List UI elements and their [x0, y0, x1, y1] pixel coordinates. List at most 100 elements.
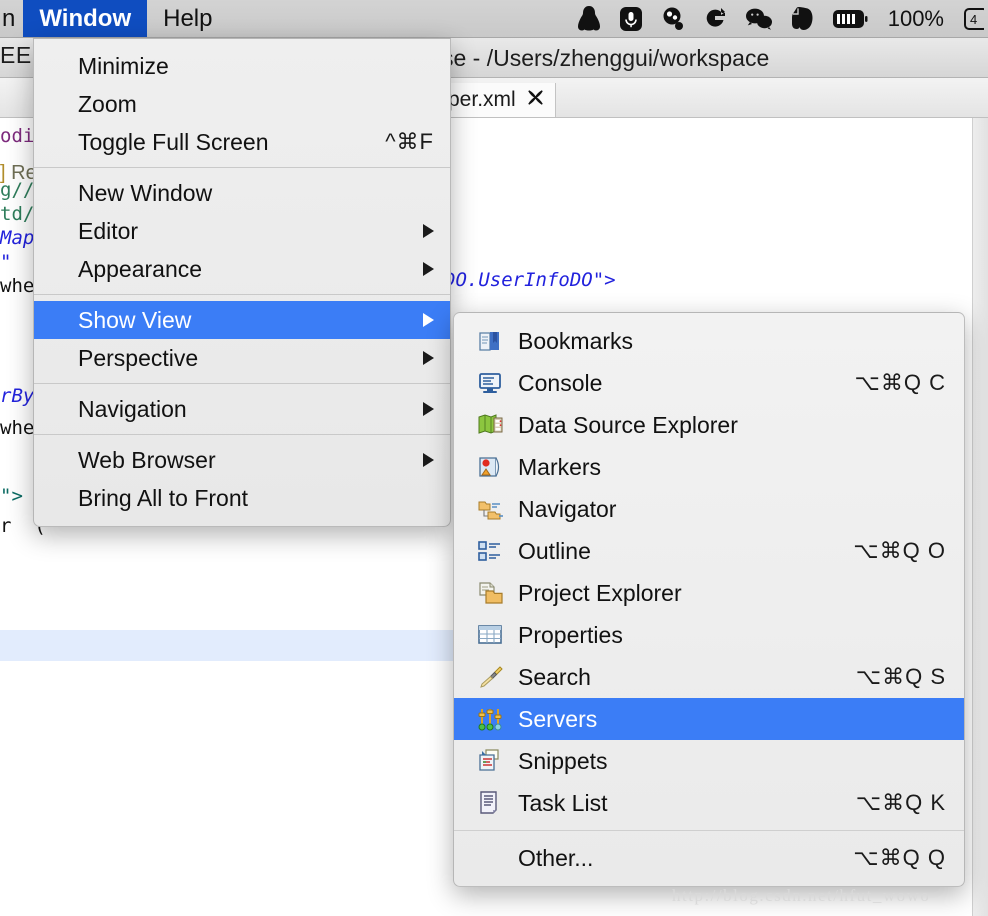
menu-item-label: Navigation	[78, 396, 187, 423]
submenu-item-task-list[interactable]: Task List ⌥⌘Q K	[454, 782, 964, 824]
menu-separator	[34, 294, 450, 295]
editor-tab-mapper-xml[interactable]: per.xml	[438, 83, 556, 117]
menubar-left-items: n Window Help	[0, 0, 228, 37]
menubar-item-clipped[interactable]: n	[0, 0, 23, 37]
submenu-item-navigator[interactable]: Navigator	[454, 488, 964, 530]
search-icon	[476, 664, 506, 690]
menu-item-label: Web Browser	[78, 447, 216, 474]
submenu-item-label: Task List	[518, 790, 607, 817]
chevron-right-icon	[423, 262, 434, 276]
menu-separator	[34, 383, 450, 384]
menu-item-navigation[interactable]: Navigation	[34, 390, 450, 428]
menu-item-label: Minimize	[78, 53, 169, 80]
mac-menubar: n Window Help 100% 4	[0, 0, 988, 38]
menubar-item-help[interactable]: Help	[147, 0, 228, 37]
code-fragment: ">	[0, 486, 23, 506]
menu-item-new-window[interactable]: New Window	[34, 174, 450, 212]
submenu-item-label: Data Source Explorer	[518, 412, 738, 439]
menu-item-editor[interactable]: Editor	[34, 212, 450, 250]
menubar-status-icons: 100% 4	[576, 0, 988, 37]
submenu-item-label: Properties	[518, 622, 623, 649]
navigator-icon	[476, 496, 506, 522]
code-fragment: whe	[0, 276, 34, 296]
menu-item-label: Appearance	[78, 256, 202, 283]
show-view-submenu: Bookmarks Console ⌥⌘Q C Data Source Expl…	[453, 312, 965, 887]
menu-item-minimize[interactable]: Minimize	[34, 47, 450, 85]
menu-item-perspective[interactable]: Perspective	[34, 339, 450, 377]
submenu-item-label: Search	[518, 664, 591, 691]
menu-item-label: Show View	[78, 307, 191, 334]
submenu-item-outline[interactable]: Outline ⌥⌘Q O	[454, 530, 964, 572]
submenu-item-snippets[interactable]: Snippets	[454, 740, 964, 782]
code-fragment: odi	[0, 126, 34, 146]
submenu-item-project-explorer[interactable]: Project Explorer	[454, 572, 964, 614]
project-explorer-icon	[476, 580, 506, 606]
console-icon	[476, 370, 506, 396]
wechat-icon[interactable]	[744, 5, 774, 33]
code-fragment: td/	[0, 204, 34, 224]
microphone-icon[interactable]	[618, 5, 644, 33]
menu-separator	[34, 434, 450, 435]
submenu-item-shortcut: ⌥⌘Q C	[831, 370, 946, 396]
menu-item-web-browser[interactable]: Web Browser	[34, 441, 450, 479]
menu-item-label: Editor	[78, 218, 138, 245]
code-fragment: Map	[0, 228, 34, 248]
menu-item-zoom[interactable]: Zoom	[34, 85, 450, 123]
tab-bracket-glyph: ]	[0, 162, 6, 184]
menu-item-toggle-full-screen[interactable]: Toggle Full Screen ^⌘F	[34, 123, 450, 161]
close-icon[interactable]	[526, 88, 545, 113]
submenu-item-console[interactable]: Console ⌥⌘Q C	[454, 362, 964, 404]
submenu-separator	[454, 830, 964, 831]
properties-icon	[476, 622, 506, 648]
code-fragment: whe	[0, 418, 34, 438]
g-letter-icon[interactable]	[702, 5, 728, 33]
battery-icon[interactable]	[832, 7, 868, 31]
menu-item-show-view[interactable]: Show View	[34, 301, 450, 339]
submenu-item-other[interactable]: Other... ⌥⌘Q Q	[454, 837, 964, 879]
task-list-icon	[476, 790, 506, 816]
submenu-item-label: Other...	[518, 845, 593, 872]
menu-item-label: Bring All to Front	[78, 485, 248, 512]
code-fragment: "	[0, 252, 11, 272]
evernote-elephant-icon[interactable]	[790, 5, 816, 33]
menu-item-label: Toggle Full Screen	[78, 129, 269, 156]
submenu-item-label: Markers	[518, 454, 601, 481]
snippets-icon	[476, 748, 506, 774]
qq-penguin-icon[interactable]	[576, 5, 602, 33]
markers-icon	[476, 454, 506, 480]
menu-item-label: Zoom	[78, 91, 137, 118]
submenu-item-label: Outline	[518, 538, 591, 565]
submenu-item-data-source-explorer[interactable]: Data Source Explorer	[454, 404, 964, 446]
submenu-item-shortcut: ⌥⌘Q Q	[829, 845, 946, 871]
submenu-item-markers[interactable]: Markers	[454, 446, 964, 488]
control-center-icon[interactable]: 4	[964, 6, 984, 32]
menubar-item-window[interactable]: Window	[23, 0, 147, 37]
window-dropdown-menu: Minimize Zoom Toggle Full Screen ^⌘F New…	[33, 38, 451, 527]
submenu-item-shortcut: ⌥⌘Q K	[832, 790, 946, 816]
chevron-right-icon	[423, 402, 434, 416]
submenu-item-search[interactable]: Search ⌥⌘Q S	[454, 656, 964, 698]
tab-left-fragment: ] Re	[0, 162, 37, 185]
submenu-item-properties[interactable]: Properties	[454, 614, 964, 656]
menu-item-bring-all-to-front[interactable]: Bring All to Front	[34, 479, 450, 517]
submenu-item-bookmarks[interactable]: Bookmarks	[454, 320, 964, 362]
window-title: se - /Users/zhenggui/workspace	[442, 45, 769, 72]
titlebar-left-fragment: EE	[0, 42, 32, 69]
chevron-right-icon	[423, 351, 434, 365]
submenu-item-label: Project Explorer	[518, 580, 682, 607]
menu-item-label: New Window	[78, 180, 212, 207]
screenshot-bubble-icon[interactable]	[660, 5, 686, 33]
submenu-item-label: Servers	[518, 706, 597, 733]
menu-item-shortcut: ^⌘F	[357, 129, 434, 155]
editor-scrollbar[interactable]	[972, 118, 988, 916]
close-icon-glyph	[526, 88, 545, 107]
chevron-right-icon	[423, 224, 434, 238]
editor-highlighted-line	[0, 630, 460, 661]
outline-icon	[476, 538, 506, 564]
submenu-item-label: Navigator	[518, 496, 616, 523]
menu-item-appearance[interactable]: Appearance	[34, 250, 450, 288]
submenu-item-servers[interactable]: Servers	[454, 698, 964, 740]
data-source-explorer-icon	[476, 412, 506, 438]
menu-item-label: Perspective	[78, 345, 198, 372]
chevron-right-icon	[423, 453, 434, 467]
